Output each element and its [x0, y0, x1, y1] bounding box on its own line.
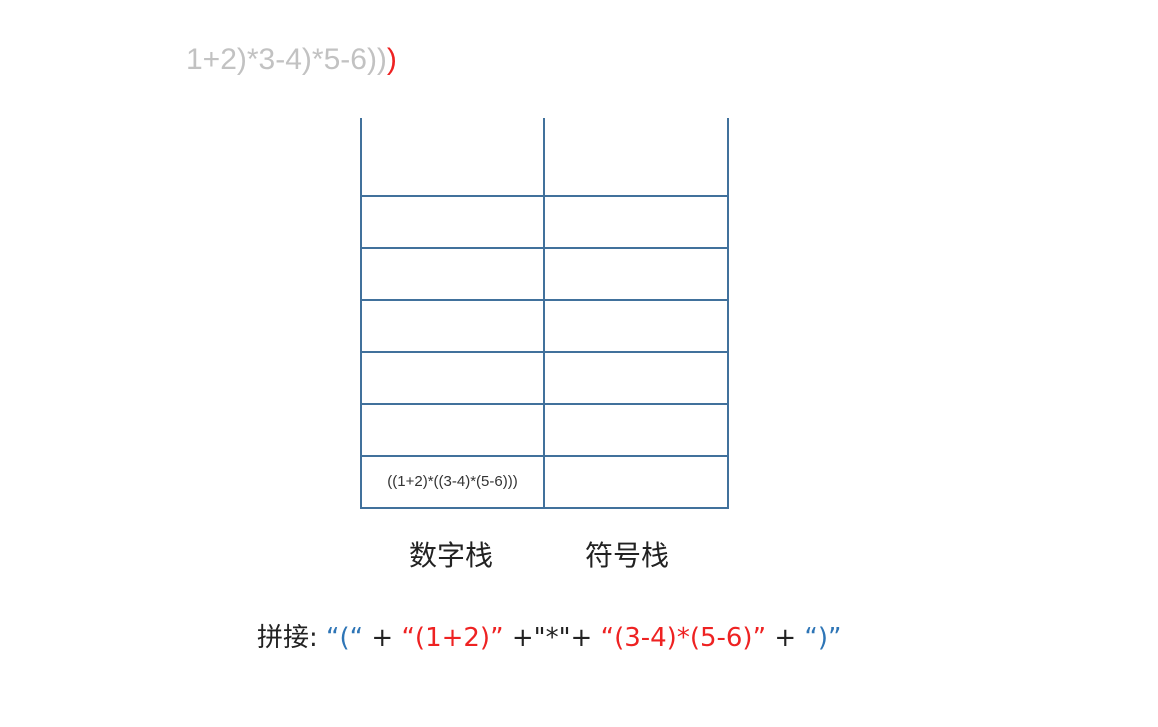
number-stack-bottom-item: ((1+2)*((3-4)*(5-6))): [387, 473, 518, 490]
stack-diagram: [360, 118, 729, 509]
concat-plus-3: +: [774, 623, 797, 653]
concat-line: 拼接: “(“ + “(1+2)” +"*"+ “(3-4)*(5-6)” + …: [257, 618, 841, 658]
stack-grid: [360, 118, 729, 509]
concat-plus-1: +: [371, 623, 394, 653]
expression-processed: 1+2)*3-4)*5-6)): [186, 43, 387, 76]
symbol-stack-label: 符号栈: [585, 539, 670, 572]
concat-part-right-expr: “(3-4)*(5-6)”: [600, 623, 767, 653]
concat-prefix: 拼接:: [257, 623, 318, 653]
concat-part-open-paren: “(“: [326, 623, 364, 653]
expression-line: 1+2)*3-4)*5-6))): [186, 40, 397, 80]
concat-part-close-paren: “)”: [804, 623, 842, 653]
concat-part-left-expr: “(1+2)”: [401, 623, 504, 653]
concat-plus-operator: +"*"+: [511, 623, 593, 653]
number-stack-label: 数字栈: [409, 539, 494, 572]
expression-current-char: ): [386, 43, 397, 76]
